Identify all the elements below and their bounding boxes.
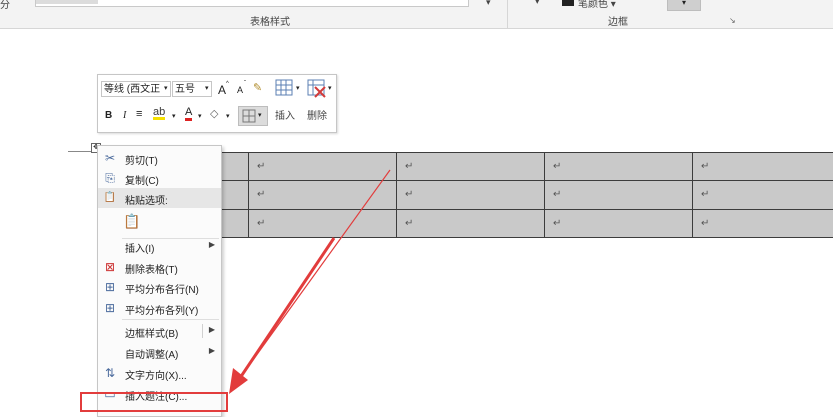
annotation-thick-line [240, 238, 334, 378]
annotation-arrow [0, 0, 833, 400]
